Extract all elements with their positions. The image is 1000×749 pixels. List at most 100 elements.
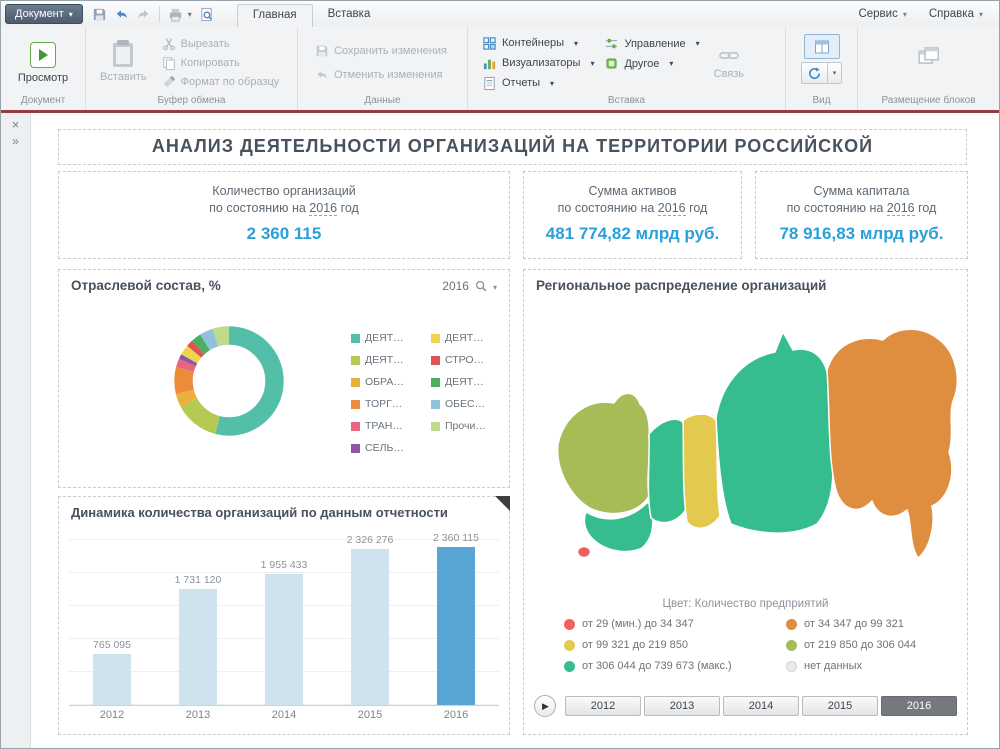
bar-value-label: 1 731 120 <box>175 574 222 586</box>
play-button[interactable] <box>534 695 556 717</box>
industry-legend-item[interactable]: СТРО… <box>431 354 499 366</box>
industry-donut-svg[interactable] <box>164 316 294 446</box>
paste-button[interactable]: Вставить <box>92 32 155 94</box>
magnifier-icon[interactable] <box>474 279 488 293</box>
map-year-button[interactable]: 2014 <box>723 696 799 716</box>
document-menu-button[interactable]: Документ <box>5 4 83 24</box>
map-region[interactable] <box>827 329 957 558</box>
kpi-block-capital[interactable]: Сумма капитала по состоянию на 2016 год … <box>755 171 968 259</box>
industry-legend-item[interactable]: ТОРГ… <box>351 398 419 410</box>
cut-button[interactable]: Вырезать <box>159 36 283 52</box>
map-region[interactable] <box>716 332 833 533</box>
legend-label: ДЕЯТ… <box>445 376 484 388</box>
view-mode-toggle-button[interactable] <box>804 34 840 59</box>
print-preview-icon[interactable] <box>196 5 217 24</box>
legend-swatch <box>431 334 440 343</box>
bar-column: 1 731 120 <box>155 574 241 705</box>
other-dropdown[interactable]: Другое <box>604 56 699 71</box>
dashboard-title-block[interactable]: АНАЛИЗ ДЕЯТЕЛЬНОСТИ ОРГАНИЗАЦИЙ НА ТЕРРИ… <box>58 129 967 165</box>
industry-legend-item[interactable]: Прочи… <box>431 420 499 432</box>
bar[interactable] <box>179 589 217 705</box>
kpi-year-link[interactable]: 2016 <box>309 201 337 216</box>
map-region[interactable] <box>648 419 687 522</box>
format-painter-label: Формат по образцу <box>181 76 280 88</box>
industry-composition-block[interactable]: Отраслевой состав, % 2016 ДЕЯТ…ДЕЯТ…ОБРА… <box>58 269 510 488</box>
legend-label: СТРО… <box>445 354 484 366</box>
industry-legend-item[interactable]: ДЕЯТ… <box>351 332 419 344</box>
refresh-button[interactable] <box>801 62 828 84</box>
industry-legend-item[interactable]: ОБРА… <box>351 376 419 388</box>
tab-vstavka[interactable]: Вставка <box>313 4 386 27</box>
kpi-block-organizations[interactable]: Количество организаций по состоянию на 2… <box>58 171 510 259</box>
map-legend-item[interactable]: нет данных <box>786 660 982 672</box>
reports-dropdown[interactable]: Отчеты <box>482 76 594 91</box>
kpi-year-link[interactable]: 2016 <box>658 201 686 216</box>
map-region[interactable] <box>578 547 591 558</box>
bar[interactable] <box>437 547 475 705</box>
kpi-block-assets[interactable]: Сумма активов по состоянию на 2016 год 4… <box>523 171 742 259</box>
industry-legend-item[interactable]: ДЕЯТ… <box>431 376 499 388</box>
ribbon-tabs: Главная Вставка <box>237 4 386 27</box>
expand-panel-icon[interactable]: » <box>1 134 30 148</box>
russia-map <box>528 296 965 592</box>
link-button[interactable]: Связь <box>706 45 752 82</box>
industry-year-value[interactable]: 2016 <box>442 279 469 293</box>
map-legend-item[interactable]: от 34 347 до 99 321 <box>786 618 982 630</box>
map-legend-col2: от 34 347 до 99 321 от 219 850 до 306 044… <box>786 618 982 672</box>
map-legend-item[interactable]: от 219 850 до 306 044 <box>786 639 982 651</box>
map-legend-item[interactable]: от 29 (мин.) до 34 347 <box>564 618 760 630</box>
management-dropdown[interactable]: Управление <box>604 36 699 51</box>
undo-changes-button[interactable]: Отменить изменения <box>312 67 450 83</box>
preview-button[interactable]: Просмотр <box>10 32 76 94</box>
containers-dropdown[interactable]: Контейнеры <box>482 36 594 51</box>
industry-legend-item[interactable]: СЕЛЬ… <box>351 442 419 454</box>
dynamics-chart-block[interactable]: Динамика количества организаций по данны… <box>58 496 510 735</box>
legend-dot <box>564 640 575 651</box>
save-changes-button[interactable]: Сохранить изменения <box>312 43 450 59</box>
legend-swatch <box>431 400 440 409</box>
kpi-year-link[interactable]: 2016 <box>887 201 915 216</box>
ribbon-group-data: Сохранить изменения Отменить изменения Д… <box>298 27 468 110</box>
group-label-clipboard: Буфер обмена <box>86 94 297 110</box>
kpi-prefix: по состоянию на <box>787 201 884 215</box>
undo-icon[interactable] <box>111 5 132 24</box>
map-region[interactable] <box>558 393 650 513</box>
menu-servis[interactable]: Сервис <box>858 8 906 20</box>
map-year-button[interactable]: 2015 <box>802 696 878 716</box>
magnifier-dropdown-arrow[interactable] <box>493 279 497 293</box>
save-icon[interactable] <box>89 5 110 24</box>
bar[interactable] <box>93 654 131 705</box>
bar[interactable] <box>351 549 389 705</box>
legend-swatch <box>351 356 360 365</box>
map-year-button[interactable]: 2012 <box>565 696 641 716</box>
map-legend-item[interactable]: от 306 044 до 739 673 (макс.) <box>564 660 760 672</box>
map-year-button[interactable]: 2016 <box>881 696 957 716</box>
industry-legend-item[interactable]: ОБЕС… <box>431 398 499 410</box>
refresh-icon <box>807 66 822 81</box>
kpi-sublabel: по состоянию на 2016 год <box>59 200 509 217</box>
ribbon-group-clipboard: Вставить Вырезать Копировать Формат по о… <box>86 27 298 110</box>
legend-dot <box>564 661 575 672</box>
regional-map-block[interactable]: Региональное распределение организаций Ц… <box>523 269 968 735</box>
format-painter-button[interactable]: Формат по образцу <box>159 74 283 90</box>
refresh-dropdown-arrow[interactable]: ▾ <box>828 62 842 84</box>
industry-legend-item[interactable]: ТРАН… <box>351 420 419 432</box>
legend-swatch <box>351 422 360 431</box>
menu-spravka[interactable]: Справка <box>929 8 983 20</box>
legend-dot <box>786 619 797 630</box>
group-label-layout: Размещение блоков <box>858 94 999 110</box>
map-year-button[interactable]: 2013 <box>644 696 720 716</box>
map-legend-item[interactable]: от 99 321 до 219 850 <box>564 639 760 651</box>
tab-glavnaya[interactable]: Главная <box>237 4 313 27</box>
arrange-blocks-button[interactable] <box>907 36 951 76</box>
bar[interactable] <box>265 574 303 705</box>
close-icon[interactable]: × <box>1 117 30 132</box>
print-icon[interactable] <box>165 5 195 24</box>
industry-legend-item[interactable]: ДЕЯТ… <box>351 354 419 366</box>
legend-swatch <box>431 378 440 387</box>
visualizers-dropdown[interactable]: Визуализаторы <box>482 56 594 71</box>
redo-icon[interactable] <box>133 5 154 24</box>
copy-button[interactable]: Копировать <box>159 55 283 71</box>
map-region[interactable] <box>683 414 720 528</box>
industry-legend-item[interactable]: ДЕЯТ… <box>431 332 499 344</box>
